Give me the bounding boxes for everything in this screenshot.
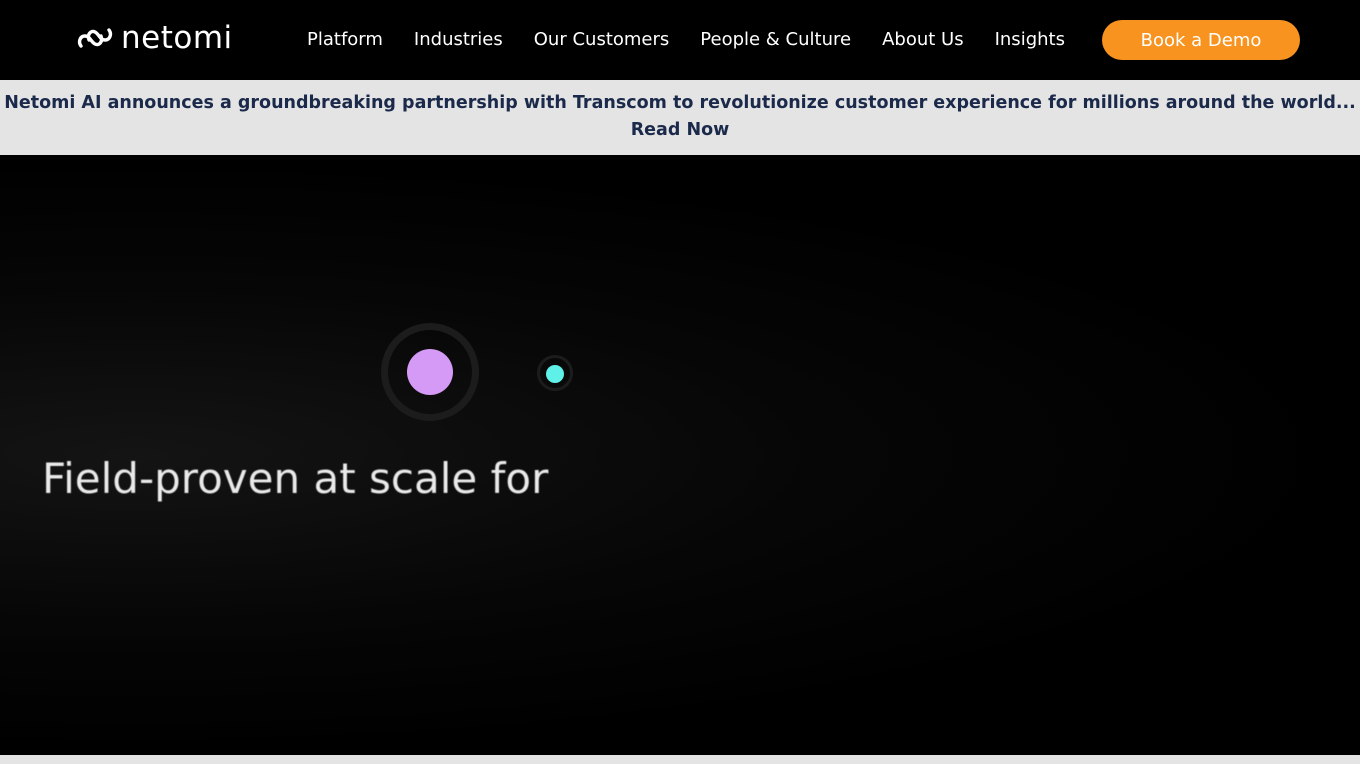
nav-people-culture[interactable]: People & Culture: [700, 27, 851, 53]
headline-container: Field-proven at scale for the: [42, 451, 553, 511]
nav-insights[interactable]: Insights: [995, 27, 1065, 53]
announcement-banner: Netomi AI announces a groundbreaking par…: [0, 80, 1360, 155]
section-divider: [0, 755, 1360, 764]
hero-section: Field-proven at scale for the: [0, 155, 1360, 755]
top-navigation: netomi Platform Industries Our Customers…: [0, 0, 1360, 80]
netomi-logo[interactable]: netomi: [77, 22, 233, 54]
nav-our-customers[interactable]: Our Customers: [534, 27, 670, 53]
announcement-text: Netomi AI announces a groundbreaking par…: [4, 93, 1356, 113]
cyan-dot-decoration: [546, 365, 564, 383]
hero-headline: Field-proven at scale for the: [42, 454, 553, 503]
netomi-logo-icon: [77, 28, 113, 48]
nav-platform[interactable]: Platform: [307, 27, 383, 53]
nav-about-us[interactable]: About Us: [882, 27, 964, 53]
book-demo-button[interactable]: Book a Demo: [1102, 20, 1300, 60]
read-now-link[interactable]: Read Now: [631, 120, 730, 140]
main-menu: Platform Industries Our Customers People…: [307, 27, 1065, 53]
nav-industries[interactable]: Industries: [414, 27, 503, 53]
logo-text: netomi: [121, 19, 233, 56]
purple-dot-decoration: [407, 349, 453, 395]
